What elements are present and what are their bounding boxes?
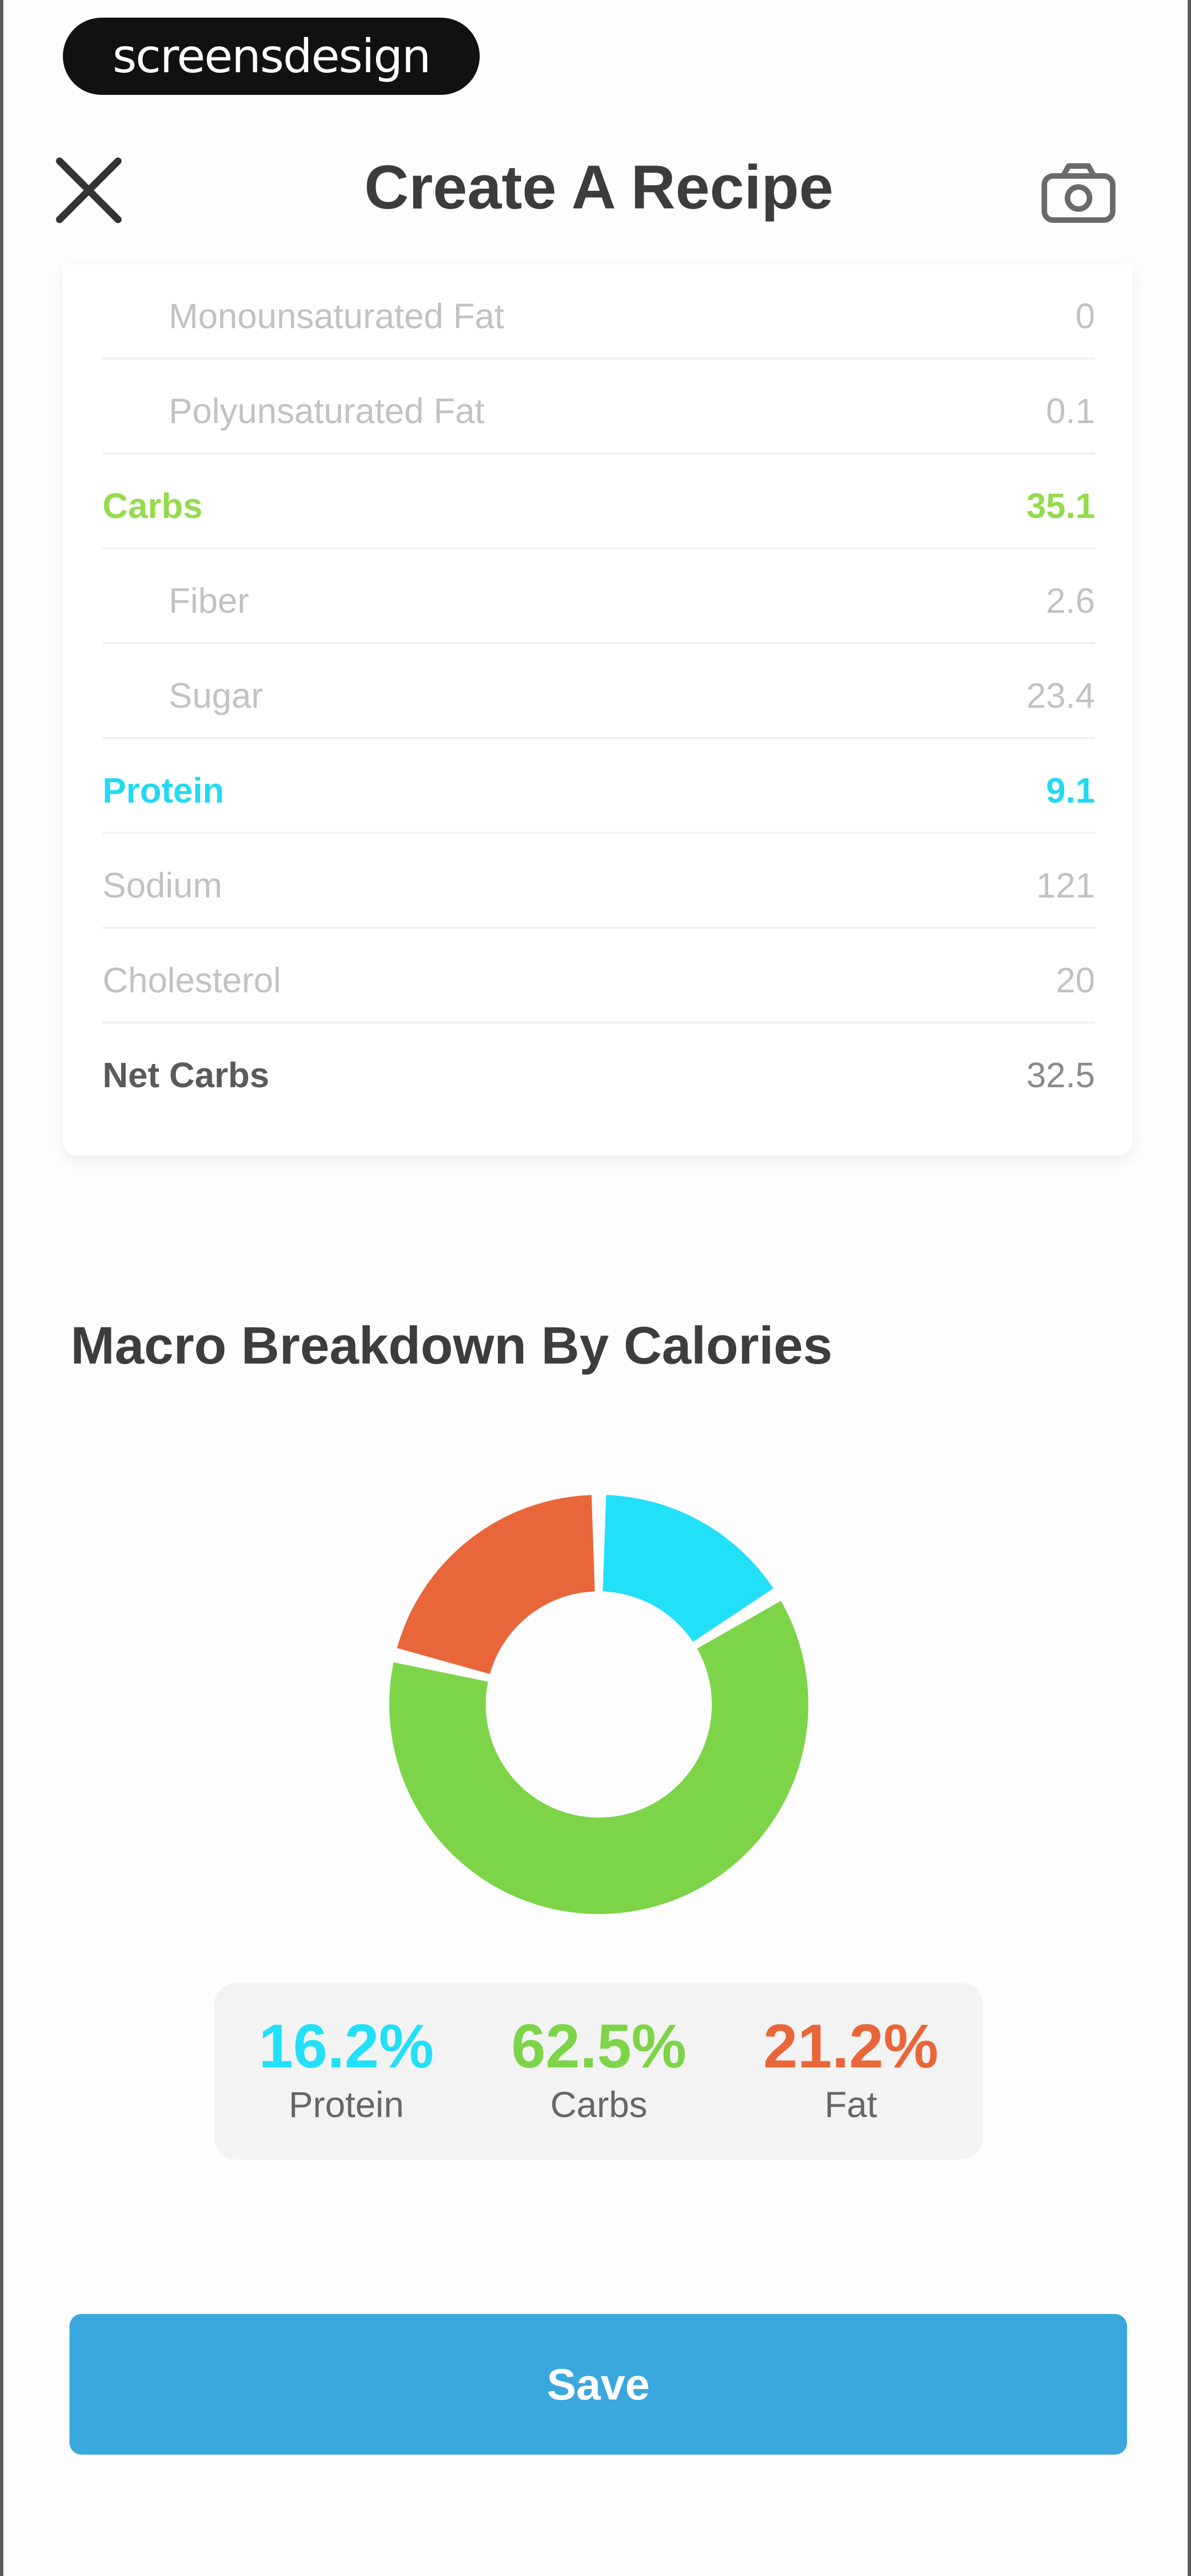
save-button[interactable]: Save <box>69 2314 1127 2455</box>
legend-percent: 62.5% <box>511 2012 686 2081</box>
legend-item-fat: 21.2% Fat <box>741 2011 961 2126</box>
nutrition-value: 121 <box>1036 865 1095 905</box>
nutrition-row-fiber: Fiber 2.6 <box>103 549 1095 644</box>
nutrition-label: Cholesterol <box>103 960 281 1000</box>
legend-label: Fat <box>824 2084 877 2125</box>
camera-icon <box>1042 163 1115 223</box>
legend-item-carbs: 62.5% Carbs <box>489 2011 709 2126</box>
nutrition-card: Monounsaturated Fat 0 Polyunsaturated Fa… <box>63 265 1133 1156</box>
nutrition-value: 35.1 <box>1026 486 1095 526</box>
nutrition-value: 23.4 <box>1026 676 1095 715</box>
nutrition-row-net-carbs: Net Carbs 32.5 <box>103 1024 1095 1119</box>
macro-section-title: Macro Breakdown By Calories <box>71 1316 833 1375</box>
legend-percent: 21.2% <box>763 2012 938 2081</box>
header: Create A Recipe <box>3 110 1191 265</box>
nutrition-row-monounsaturated-fat: Monounsaturated Fat 0 <box>103 265 1095 360</box>
nutrition-label: Monounsaturated Fat <box>169 296 505 336</box>
legend-percent: 16.2% <box>259 2012 434 2081</box>
nutrition-value: 32.5 <box>1026 1055 1095 1095</box>
close-button[interactable] <box>47 149 130 232</box>
phone-frame: screensdesign Create A Recipe Monounsatu… <box>0 0 1191 2576</box>
nutrition-row-cholesterol: Cholesterol 20 <box>103 929 1095 1024</box>
nutrition-row-polyunsaturated-fat: Polyunsaturated Fat 0.1 <box>103 360 1095 455</box>
nutrition-label: Polyunsaturated Fat <box>169 391 485 431</box>
watermark-logo: screensdesign <box>63 18 480 95</box>
nutrition-value: 2.6 <box>1046 581 1095 621</box>
donut-slice-fat <box>397 1495 595 1674</box>
camera-button[interactable] <box>1034 157 1123 229</box>
legend-label: Carbs <box>550 2084 648 2125</box>
nutrition-label: Fiber <box>169 581 249 621</box>
nutrition-value: 0.1 <box>1046 391 1095 431</box>
legend-label: Protein <box>288 2084 404 2125</box>
nutrition-label: Carbs <box>103 486 203 526</box>
nutrition-label: Sodium <box>103 865 222 905</box>
nutrition-row-sodium: Sodium 121 <box>103 834 1095 929</box>
nutrition-label: Protein <box>103 771 224 810</box>
macro-legend: 16.2% Protein 62.5% Carbs 21.2% Fat <box>214 1983 983 2160</box>
macro-donut-chart <box>389 1495 808 1914</box>
nutrition-value: 0 <box>1075 296 1095 336</box>
nutrition-row-sugar: Sugar 23.4 <box>103 644 1095 739</box>
nutrition-value: 20 <box>1055 960 1095 1000</box>
nutrition-row-carbs: Carbs 35.1 <box>103 455 1095 549</box>
legend-item-protein: 16.2% Protein <box>236 2011 457 2126</box>
nutrition-label: Sugar <box>169 676 263 715</box>
close-icon <box>56 157 122 223</box>
page-title: Create A Recipe <box>364 153 834 222</box>
nutrition-row-protein: Protein 9.1 <box>103 739 1095 834</box>
nutrition-value: 9.1 <box>1046 771 1095 810</box>
nutrition-label: Net Carbs <box>103 1055 270 1095</box>
